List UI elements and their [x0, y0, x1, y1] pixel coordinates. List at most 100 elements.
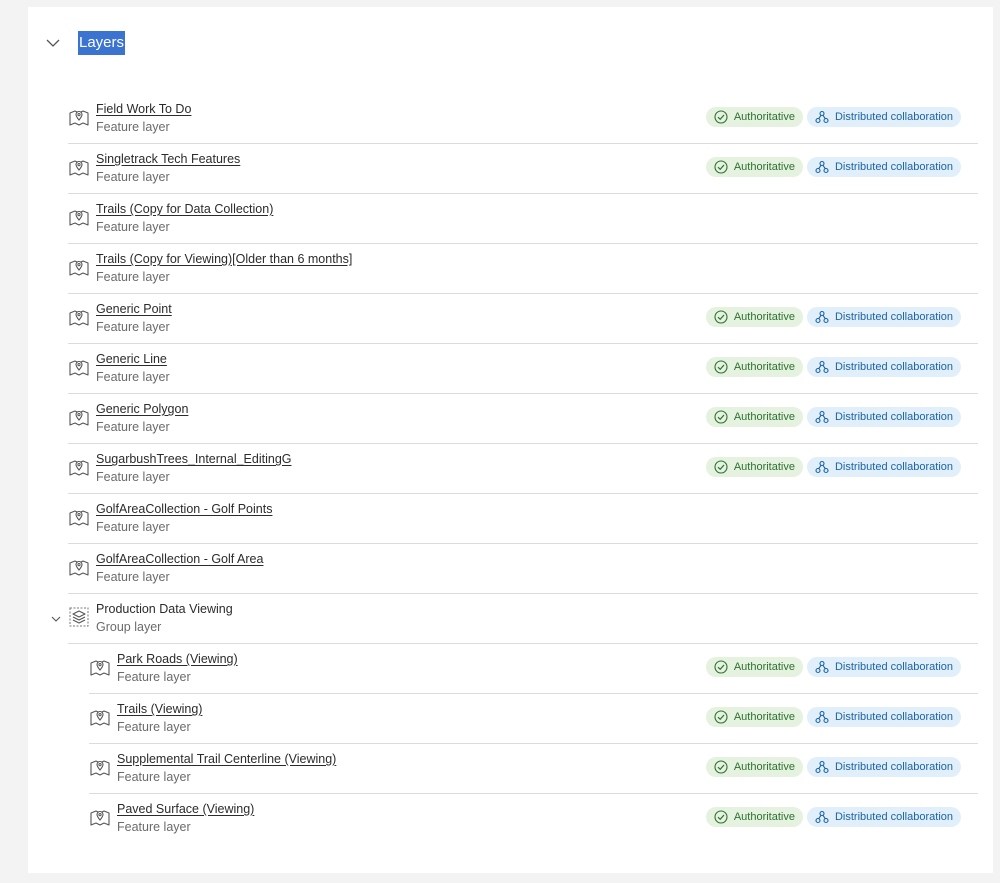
authoritative-badge-label: Authoritative [733, 761, 795, 773]
distributed-collaboration-badge-label: Distributed collaboration [834, 311, 953, 323]
authoritative-badge[interactable]: Authoritative [705, 157, 803, 177]
check-circle-icon [714, 760, 734, 774]
authoritative-badge[interactable]: Authoritative [705, 457, 803, 477]
check-circle-icon [714, 810, 734, 824]
layer-badges: Authoritative Distributed collaboration [705, 807, 961, 827]
collaboration-icon [815, 460, 835, 474]
authoritative-badge[interactable]: Authoritative [705, 357, 803, 377]
distributed-collaboration-badge-label: Distributed collaboration [834, 761, 953, 773]
authoritative-badge[interactable]: Authoritative [705, 657, 803, 677]
layer-badges: Authoritative Distributed collaboration [705, 657, 961, 677]
layer-name-link[interactable]: Generic Line [96, 352, 167, 366]
chevron-down-icon[interactable] [50, 612, 62, 624]
layer-row: Trails (Viewing) Feature layer Authoritat… [89, 694, 978, 744]
distributed-collaboration-badge[interactable]: Distributed collaboration [806, 457, 961, 477]
layer-badges: Authoritative Distributed collaboration [705, 357, 961, 377]
layer-name-link[interactable]: Park Roads (Viewing) [117, 652, 238, 666]
distributed-collaboration-badge[interactable]: Distributed collaboration [806, 307, 961, 327]
map-pin-icon [89, 756, 111, 778]
map-pin-icon [68, 306, 90, 328]
check-circle-icon [714, 360, 734, 374]
map-pin-icon [89, 706, 111, 728]
layer-name-link[interactable]: GolfAreaCollection - Golf Area [96, 552, 263, 566]
layer-row: Generic Point Feature layer Authoritative… [68, 294, 978, 344]
layer-row: Trails (Copy for Viewing)[Older than 6 m… [68, 244, 978, 294]
layer-name-link[interactable]: Generic Point [96, 302, 172, 316]
layer-row: Supplemental Trail Centerline (Viewing) F… [89, 744, 978, 794]
distributed-collaboration-badge[interactable]: Distributed collaboration [806, 657, 961, 677]
layer-badges: Authoritative Distributed collaboration [705, 107, 961, 127]
authoritative-badge-label: Authoritative [733, 661, 795, 673]
layer-row: Paved Surface (Viewing) Feature layer Aut… [89, 794, 978, 843]
authoritative-badge[interactable]: Authoritative [705, 807, 803, 827]
map-pin-icon [89, 806, 111, 828]
chevron-down-icon[interactable] [43, 33, 63, 53]
layer-name-link[interactable]: Field Work To Do [96, 102, 191, 116]
section-title: Layers [78, 31, 126, 55]
collaboration-icon [815, 360, 835, 374]
distributed-collaboration-badge[interactable]: Distributed collaboration [806, 157, 961, 177]
distributed-collaboration-badge[interactable]: Distributed collaboration [806, 807, 961, 827]
map-pin-icon [68, 356, 90, 378]
layer-name-link[interactable]: GolfAreaCollection - Golf Points [96, 502, 272, 516]
distributed-collaboration-badge[interactable]: Distributed collaboration [806, 407, 961, 427]
layer-name-link[interactable]: SugarbushTrees_Internal_EditingG [96, 452, 292, 466]
layer-badges: Authoritative Distributed collaboration [705, 707, 961, 727]
layer-name-link[interactable]: Singletrack Tech Features [96, 152, 240, 166]
authoritative-badge-label: Authoritative [733, 711, 795, 723]
layer-type-label: Feature layer [96, 520, 170, 534]
distributed-collaboration-badge[interactable]: Distributed collaboration [806, 107, 961, 127]
authoritative-badge[interactable]: Authoritative [705, 307, 803, 327]
layer-badges: Authoritative Distributed collaboration [705, 457, 961, 477]
map-pin-icon [68, 156, 90, 178]
authoritative-badge-label: Authoritative [733, 361, 795, 373]
layer-name-link[interactable]: Generic Polygon [96, 402, 188, 416]
group-layer-row: Production Data Viewing Group layer [51, 594, 978, 644]
distributed-collaboration-badge-label: Distributed collaboration [834, 661, 953, 673]
distributed-collaboration-badge[interactable]: Distributed collaboration [806, 707, 961, 727]
collaboration-icon [815, 660, 835, 674]
layer-row: Singletrack Tech Features Feature layer A… [68, 144, 978, 194]
authoritative-badge-label: Authoritative [733, 311, 795, 323]
authoritative-badge[interactable]: Authoritative [705, 407, 803, 427]
layer-badges: Authoritative Distributed collaboration [705, 757, 961, 777]
layer-name-link[interactable]: Trails (Copy for Viewing)[Older than 6 m… [96, 252, 352, 266]
layer-type-label: Feature layer [96, 570, 170, 584]
map-pin-icon [89, 656, 111, 678]
authoritative-badge-label: Authoritative [733, 411, 795, 423]
collaboration-icon [815, 810, 835, 824]
layer-type-label: Feature layer [96, 270, 170, 284]
distributed-collaboration-badge-label: Distributed collaboration [834, 161, 953, 173]
distributed-collaboration-badge[interactable]: Distributed collaboration [806, 757, 961, 777]
layer-name-link[interactable]: Trails (Viewing) [117, 702, 202, 716]
layer-name-link[interactable]: Trails (Copy for Data Collection) [96, 202, 273, 216]
authoritative-badge[interactable]: Authoritative [705, 757, 803, 777]
layer-name-link[interactable]: Paved Surface (Viewing) [117, 802, 254, 816]
collaboration-icon [815, 710, 835, 724]
layer-type-label: Group layer [96, 620, 162, 634]
group-layer-name: Production Data Viewing [96, 602, 233, 616]
collaboration-icon [815, 160, 835, 174]
layers-section-header: Layers [28, 29, 126, 57]
map-pin-icon [68, 506, 90, 528]
layer-type-label: Feature layer [117, 670, 191, 684]
map-pin-icon [68, 206, 90, 228]
layers-stack-icon [68, 606, 90, 628]
distributed-collaboration-badge-label: Distributed collaboration [834, 361, 953, 373]
layer-type-label: Feature layer [96, 370, 170, 384]
distributed-collaboration-badge-label: Distributed collaboration [834, 461, 953, 473]
collaboration-icon [815, 310, 835, 324]
layer-row: GolfAreaCollection - Golf Area Feature la… [68, 544, 978, 594]
distributed-collaboration-badge[interactable]: Distributed collaboration [806, 357, 961, 377]
check-circle-icon [714, 110, 734, 124]
layer-name-link[interactable]: Supplemental Trail Centerline (Viewing) [117, 752, 336, 766]
authoritative-badge[interactable]: Authoritative [705, 107, 803, 127]
authoritative-badge[interactable]: Authoritative [705, 707, 803, 727]
layer-type-label: Feature layer [96, 420, 170, 434]
distributed-collaboration-badge-label: Distributed collaboration [834, 711, 953, 723]
collaboration-icon [815, 760, 835, 774]
distributed-collaboration-badge-label: Distributed collaboration [834, 411, 953, 423]
layer-type-label: Feature layer [96, 120, 170, 134]
authoritative-badge-label: Authoritative [733, 111, 795, 123]
layer-list: Field Work To Do Feature layer Authoritat… [28, 94, 993, 843]
